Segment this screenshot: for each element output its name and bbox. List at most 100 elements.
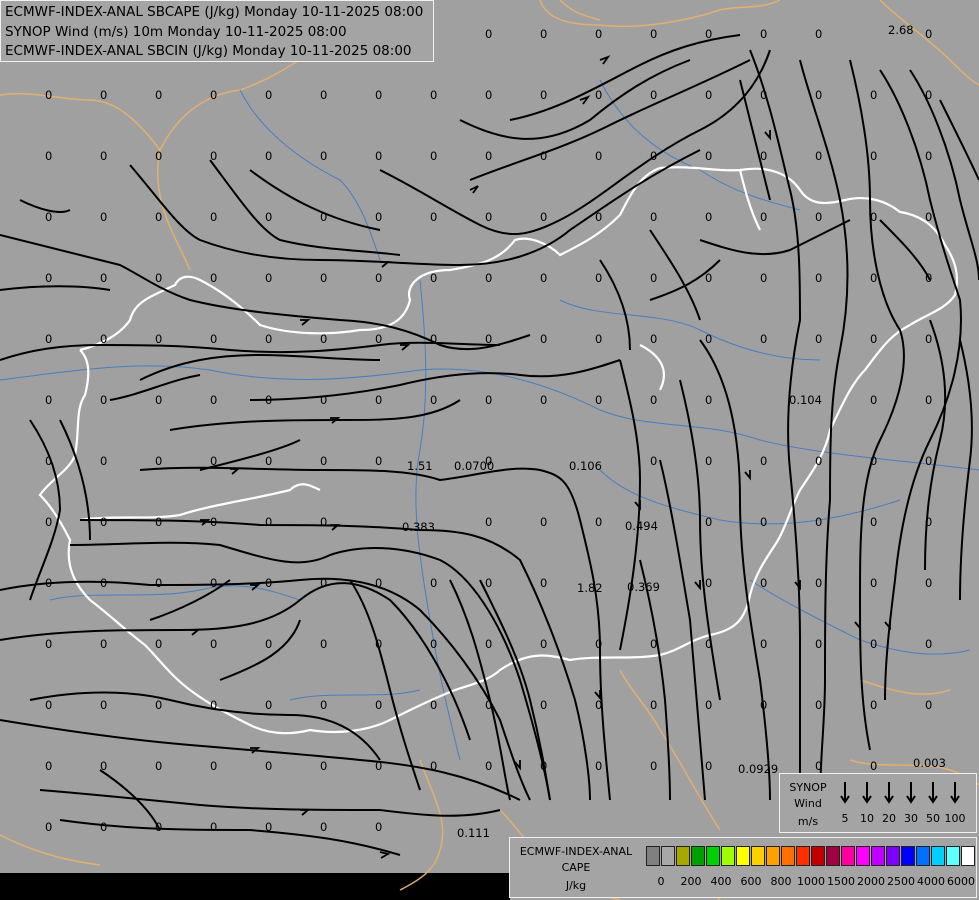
cape-color-swatch [766, 846, 780, 866]
zero-value: 0 [430, 576, 437, 590]
zero-value: 0 [320, 88, 327, 102]
zero-value: 0 [155, 393, 162, 407]
zero-value: 0 [210, 759, 217, 773]
zero-value: 0 [760, 515, 767, 529]
cape-color-swatch [826, 846, 840, 866]
zero-value: 0 [375, 637, 382, 651]
zero-value: 0 [870, 576, 877, 590]
zero-value: 0 [485, 576, 492, 590]
cape-legend-tick: 800 [770, 875, 792, 888]
zero-value: 0 [430, 332, 437, 346]
zero-value: 0 [155, 515, 162, 529]
zero-value: 0 [320, 515, 327, 529]
zero-value: 0 [870, 393, 877, 407]
zero-value: 0 [595, 88, 602, 102]
cape-color-swatch [946, 846, 960, 866]
zero-value: 0 [430, 149, 437, 163]
zero-value: 0 [485, 393, 492, 407]
zero-value: 0 [375, 332, 382, 346]
zero-value: 0 [375, 759, 382, 773]
cape-value: 2.68 [888, 23, 914, 37]
zero-value: 0 [815, 637, 822, 651]
zero-value: 0 [485, 27, 492, 41]
zero-value: 0 [595, 698, 602, 712]
zero-value: 0 [375, 454, 382, 468]
zero-value: 0 [210, 698, 217, 712]
zero-value: 0 [320, 393, 327, 407]
zero-value: 0 [595, 27, 602, 41]
cape-legend-tick: 6000 [947, 875, 975, 888]
zero-value: 0 [925, 332, 932, 346]
zero-value: 0 [155, 210, 162, 224]
zero-value: 0 [760, 271, 767, 285]
wind-value: 50 [926, 812, 940, 825]
zero-value: 0 [100, 759, 107, 773]
zero-value: 0 [210, 576, 217, 590]
zero-value: 0 [485, 149, 492, 163]
zero-value: 0 [265, 515, 272, 529]
zero-value: 0 [650, 393, 657, 407]
zero-value: 0 [925, 576, 932, 590]
zero-value: 0 [650, 210, 657, 224]
zero-value: 0 [265, 332, 272, 346]
cape-color-swatch [706, 846, 720, 866]
zero-value: 0 [265, 759, 272, 773]
cape-color-swatch [841, 846, 855, 866]
zero-value: 0 [375, 210, 382, 224]
zero-value: 0 [595, 149, 602, 163]
zero-value: 0 [870, 515, 877, 529]
zero-value: 0 [760, 332, 767, 346]
cape-color-swatch [721, 846, 735, 866]
zero-value: 0 [100, 393, 107, 407]
cape-value: 0.104 [789, 393, 822, 407]
zero-value: 0 [375, 393, 382, 407]
zero-value: 0 [540, 759, 547, 773]
zero-value: 0 [650, 698, 657, 712]
cape-value: 0.0929 [738, 762, 778, 776]
zero-value: 0 [925, 454, 932, 468]
zero-value: 0 [925, 27, 932, 41]
zero-value: 0 [155, 271, 162, 285]
zero-value: 0 [760, 698, 767, 712]
zero-value: 0 [210, 393, 217, 407]
cape-color-legend: ECMWF-INDEX-ANAL CAPE J/kg 0 200 400 600 800… [509, 837, 977, 898]
zero-value: 0 [265, 698, 272, 712]
zero-value: 0 [815, 210, 822, 224]
zero-value: 0 [45, 332, 52, 346]
zero-value: 0 [265, 393, 272, 407]
zero-value: 0 [45, 149, 52, 163]
zero-value: 0 [595, 332, 602, 346]
zero-value: 0 [320, 454, 327, 468]
zero-value: 0 [210, 149, 217, 163]
zero-value: 0 [100, 698, 107, 712]
zero-value: 0 [430, 637, 437, 651]
zero-value: 0 [815, 27, 822, 41]
synop-legend-line2: Wind [794, 797, 822, 810]
zero-value: 0 [540, 576, 547, 590]
zero-value: 0 [320, 698, 327, 712]
zero-value: 0 [45, 576, 52, 590]
zero-value: 0 [320, 820, 327, 834]
zero-value: 0 [925, 393, 932, 407]
cape-legend-line2: CAPE [561, 861, 591, 874]
cape-color-swatch [736, 846, 750, 866]
zero-value: 0 [815, 576, 822, 590]
zero-value: 0 [100, 515, 107, 529]
zero-value: 0 [705, 271, 712, 285]
zero-value: 0 [925, 698, 932, 712]
zero-value: 0 [265, 576, 272, 590]
synop-legend-line3: m/s [797, 815, 819, 828]
zero-value: 0 [210, 515, 217, 529]
wind-value: 5 [841, 812, 849, 825]
zero-value: 0 [760, 149, 767, 163]
zero-value: 0 [815, 698, 822, 712]
zero-value: 0 [155, 576, 162, 590]
zero-value: 0 [870, 271, 877, 285]
zero-value: 0 [45, 454, 52, 468]
cape-legend-tick: 1000 [797, 875, 825, 888]
zero-value: 0 [320, 332, 327, 346]
zero-value: 0 [155, 637, 162, 651]
zero-value: 0 [100, 88, 107, 102]
zero-value: 0 [320, 759, 327, 773]
zero-value: 0 [430, 88, 437, 102]
